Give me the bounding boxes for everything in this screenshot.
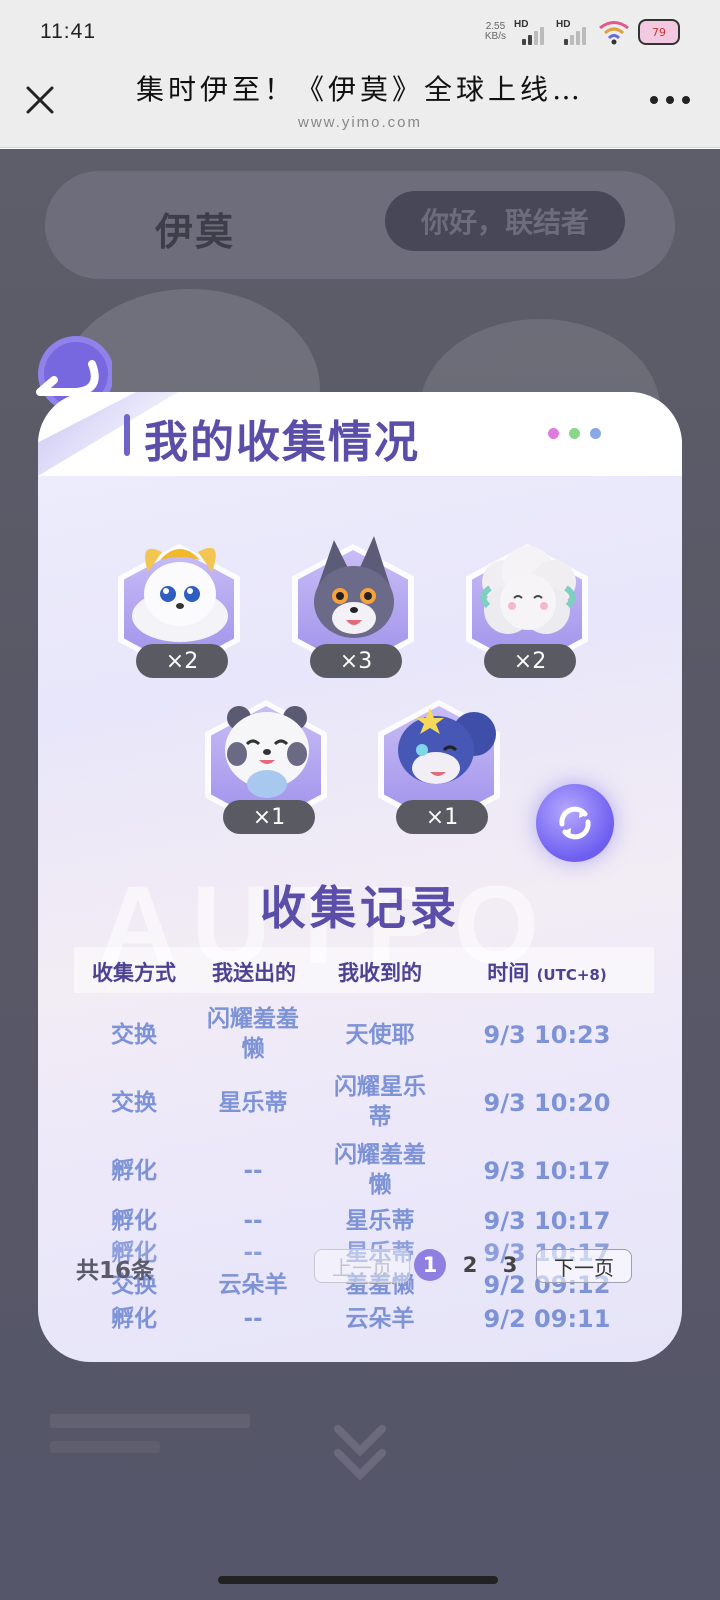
page-url: www.yimo.com xyxy=(297,114,422,131)
modal-title: 我的收集情况 xyxy=(144,417,420,468)
background-footer xyxy=(50,1414,250,1428)
collection-card-cream-fox[interactable]: ×2 xyxy=(114,532,244,678)
prev-page-button[interactable]: 上一页 xyxy=(314,1249,410,1283)
table-row: 孵化 -- 闪耀羞羞懒 9/3 10:17 xyxy=(111,1142,611,1198)
cloud-sheep-icon xyxy=(480,546,576,634)
background-logo: 伊莫 xyxy=(155,210,236,254)
more-icon[interactable] xyxy=(650,92,690,108)
close-icon[interactable] xyxy=(20,80,60,120)
count-badge: ×2 xyxy=(136,644,228,678)
collection-card-blue-squirrel[interactable]: ×1 xyxy=(374,688,504,834)
count-badge: ×3 xyxy=(310,644,402,678)
collection-modal: 我的收集情况 AUTPO ×2 ×3 ×2 ×1 ×1 收集记录 收集方式 我送… xyxy=(38,392,682,1362)
total-count: 共16条 xyxy=(76,1258,155,1284)
scroll-down-icon xyxy=(334,1425,386,1481)
background-header: 伊莫 你好，联结者 xyxy=(45,171,675,279)
count-badge: ×1 xyxy=(396,800,488,834)
dot-icon xyxy=(590,428,601,439)
refresh-icon xyxy=(559,806,591,840)
modal-header: 我的收集情况 xyxy=(38,392,682,476)
status-bar: 11:41 2.55 KB/s HD HD 79 xyxy=(0,0,720,62)
table-row: 交换 星乐蒂 闪耀星乐蒂 9/3 10:20 xyxy=(111,1074,611,1130)
header-sent: 我送出的 xyxy=(212,961,296,985)
dot-icon xyxy=(548,428,559,439)
refresh-button[interactable] xyxy=(536,784,614,862)
white-bear-icon xyxy=(225,706,309,798)
background-greeting: 你好，联结者 xyxy=(385,191,625,251)
signal-icon-2: HD xyxy=(556,19,590,45)
table-header: 收集方式 我送出的 我收到的 时间 (UTC+8) xyxy=(74,947,654,993)
table-row: 交换 闪耀羞羞懒 天使耶 9/3 10:23 xyxy=(111,1006,611,1062)
page-3-button[interactable]: 3 xyxy=(494,1249,526,1281)
count-badge: ×2 xyxy=(484,644,576,678)
signal-icon: HD xyxy=(514,19,548,45)
nav-bar: 集时伊至！《伊莫》全球上线… www.yimo.com xyxy=(0,62,720,148)
page-1-button[interactable]: 1 xyxy=(414,1249,446,1281)
blue-squirrel-icon xyxy=(398,708,496,784)
title-accent-bar xyxy=(124,414,130,456)
collection-card-gray-fox[interactable]: ×3 xyxy=(288,532,418,678)
collection-card-cloud-sheep[interactable]: ×2 xyxy=(462,532,592,678)
table-row: 孵化 -- 云朵羊 9/2 09:11 xyxy=(111,1305,611,1333)
wifi-icon xyxy=(599,21,629,45)
status-icons: 2.55 KB/s HD HD 79 xyxy=(485,18,680,46)
next-page-button[interactable]: 下一页 xyxy=(536,1249,632,1283)
header-received: 我收到的 xyxy=(338,961,422,985)
header-method: 收集方式 xyxy=(92,961,176,985)
collection-card-white-bear[interactable]: ×1 xyxy=(201,688,331,834)
network-speed: 2.55 KB/s xyxy=(484,21,506,42)
battery-icon: 79 xyxy=(638,19,680,45)
home-indicator[interactable] xyxy=(218,1576,498,1584)
records-title: 收集记录 xyxy=(260,881,460,935)
count-badge: ×1 xyxy=(223,800,315,834)
header-time: 时间 (UTC+8) xyxy=(487,961,607,985)
decoration-dots xyxy=(548,428,601,439)
table-row: 孵化 -- 星乐蒂 9/3 10:17 xyxy=(111,1207,611,1235)
status-time: 11:41 xyxy=(40,20,96,43)
page-2-button[interactable]: 2 xyxy=(454,1249,486,1281)
background-footer xyxy=(50,1441,160,1453)
pagination: 共16条 上一页 1 2 3 下一页 xyxy=(38,1247,682,1287)
cream-fox-icon xyxy=(132,547,228,642)
gray-fox-icon xyxy=(314,536,394,638)
page-title: 集时伊至！《伊莫》全球上线… xyxy=(135,73,584,106)
dot-icon xyxy=(569,428,580,439)
